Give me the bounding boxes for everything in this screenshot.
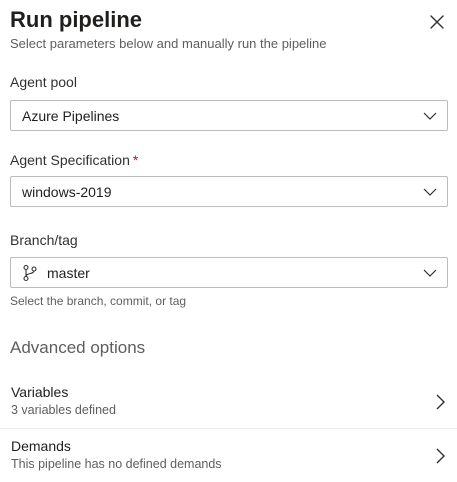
branch-helper-text: Select the branch, commit, or tag [10,294,187,308]
agent-spec-value: windows-2019 [22,184,112,200]
close-button[interactable] [426,11,448,33]
chevron-down-icon [423,269,437,277]
branch-label: Branch/tag [10,232,78,248]
variables-title: Variables [11,384,69,400]
panel-subtitle: Select parameters below and manually run… [10,36,327,51]
chevron-down-icon [423,188,437,196]
agent-spec-dropdown[interactable]: windows-2019 [10,176,448,207]
chevron-right-icon [436,448,445,464]
close-icon [430,15,444,29]
row-divider [0,428,457,429]
panel-title: Run pipeline [10,7,142,32]
demands-subtitle: This pipeline has no defined demands [11,457,222,471]
variables-subtitle: 3 variables defined [11,403,116,417]
chevron-right-icon [436,394,445,410]
agent-spec-label-text: Agent Specification [10,152,130,168]
branch-dropdown[interactable]: master [10,257,448,288]
branch-value: master [47,265,90,281]
agent-pool-dropdown[interactable]: Azure Pipelines [10,100,448,131]
run-pipeline-panel: Run pipeline Select parameters below and… [0,0,457,482]
agent-spec-label: Agent Specification * [10,152,138,168]
variables-row[interactable]: Variables 3 variables defined [0,376,457,428]
agent-pool-value: Azure Pipelines [22,108,120,124]
required-marker: * [132,152,139,168]
advanced-options-heading: Advanced options [10,338,146,357]
agent-pool-label: Agent pool [10,74,77,90]
chevron-down-icon [423,112,437,120]
demands-title: Demands [11,438,71,454]
demands-row[interactable]: Demands This pipeline has no defined dem… [0,430,457,482]
git-branch-icon [23,264,37,282]
